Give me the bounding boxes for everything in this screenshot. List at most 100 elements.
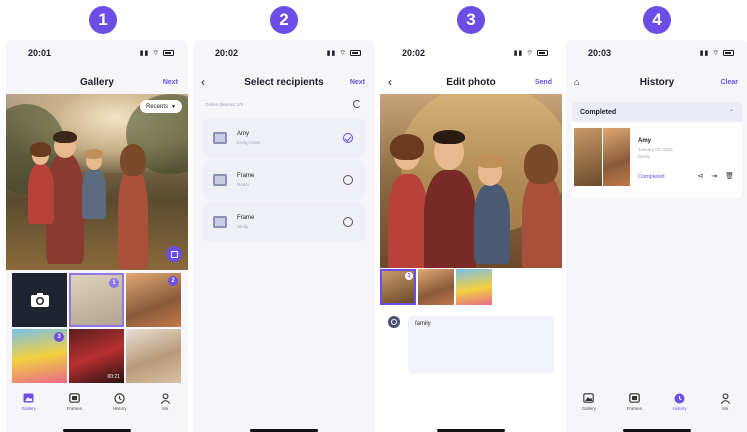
person-icon xyxy=(719,392,731,404)
edit-photo-screen: 20:02 ▮▮ ⌔ ‹ Edit photo Send 3 family xyxy=(380,40,562,432)
tab-label: History xyxy=(672,406,687,411)
back-chevron-icon[interactable]: ‹ xyxy=(201,75,205,89)
section-header[interactable]: Completed ⌃ xyxy=(572,102,742,122)
trash-icon[interactable]: 🗑 xyxy=(725,172,734,180)
tab-history[interactable]: History xyxy=(102,392,138,418)
frame-device-icon xyxy=(213,174,227,186)
photo-thumbnail-grid: 1 2 3 00:21 xyxy=(12,273,182,383)
strip-thumbnail[interactable] xyxy=(456,269,492,305)
caption-input[interactable]: family xyxy=(408,316,554,374)
recents-dropdown[interactable]: Recents ▼ xyxy=(140,100,182,113)
caption-text: family xyxy=(415,321,431,327)
tab-label: Frames xyxy=(626,406,642,411)
select-navbar: ‹ Select recipients Next xyxy=(193,72,375,92)
next-button[interactable]: Next xyxy=(350,79,365,86)
completed-section: Completed ⌃ Amy January 04, 2024 family … xyxy=(572,102,742,198)
status-time: 20:03 xyxy=(588,48,612,58)
edit-photo-canvas[interactable] xyxy=(380,94,562,268)
wifi-icon: ⌔ xyxy=(526,49,534,57)
tab-label: Gallery xyxy=(21,406,36,411)
tab-frames[interactable]: Frames xyxy=(616,392,652,418)
photo-thumbnail[interactable]: 3 xyxy=(12,329,67,383)
gallery-navbar: Gallery Next xyxy=(6,72,188,92)
strip-thumbnail[interactable]: 3 xyxy=(380,269,416,305)
recipient-location: Living room xyxy=(237,140,261,145)
battery-icon xyxy=(163,50,174,56)
send-button[interactable]: Send xyxy=(535,79,552,86)
signal-icon: ▮▮ xyxy=(699,50,710,57)
recipient-row[interactable]: Frame Study xyxy=(203,202,365,242)
forward-icon[interactable]: ⇥ xyxy=(711,172,717,180)
select-recipients-screen: 20:02 ▮▮ ⌔ ‹ Select recipients Next Onlin… xyxy=(193,40,375,432)
photo-thumbnail[interactable] xyxy=(126,329,181,383)
recipient-row[interactable]: Amy Living room xyxy=(203,118,365,158)
entry-date: January 04, 2024 xyxy=(638,147,673,152)
status-icons: ▮▮ ⌔ xyxy=(140,49,174,58)
caption-icon xyxy=(391,319,397,325)
entry-actions: ⊲ ⇥ 🗑 xyxy=(697,172,734,180)
back-chevron-icon[interactable]: ‹ xyxy=(388,75,392,89)
signal-icon: ▮▮ xyxy=(513,50,524,57)
video-thumbnail[interactable]: 00:21 xyxy=(69,329,124,383)
battery-icon xyxy=(537,50,548,56)
wifi-icon: ⌔ xyxy=(712,49,720,57)
status-icons: ▮▮ ⌔ xyxy=(514,49,548,58)
caption-button[interactable] xyxy=(388,316,400,328)
step-4-badge: 4 xyxy=(643,6,671,34)
history-screen: 20:03 ▮▮ ⌔ ⌂ History Clear Completed ⌃ Am… xyxy=(566,40,747,432)
status-icons: ▮▮ ⌔ xyxy=(327,49,361,58)
refresh-icon[interactable] xyxy=(353,100,361,108)
history-thumbnails[interactable] xyxy=(574,128,630,186)
battery-icon xyxy=(723,50,734,56)
gallery-screen: 20:01 ▮▮ ⌔ Gallery Next Recents ▼ 1 2 3 … xyxy=(6,40,188,432)
frame-device-icon xyxy=(213,132,227,144)
clear-button[interactable]: Clear xyxy=(720,79,738,86)
tab-gallery[interactable]: Gallery xyxy=(571,392,607,418)
recipient-checkbox[interactable] xyxy=(343,217,353,227)
photo-thumbnail[interactable]: 1 xyxy=(69,273,124,327)
status-time: 20:01 xyxy=(28,48,52,58)
tab-gallery[interactable]: Gallery xyxy=(11,392,47,418)
video-duration: 00:21 xyxy=(107,374,120,380)
next-button[interactable]: Next xyxy=(163,79,178,86)
frame-icon xyxy=(628,392,640,404)
wifi-icon: ⌔ xyxy=(152,49,160,57)
selection-badge: 1 xyxy=(109,278,119,288)
recipient-name: Frame xyxy=(237,215,255,221)
page-title: Edit photo xyxy=(446,76,496,88)
tab-label: Me xyxy=(162,406,169,411)
status-icons: ▮▮ ⌔ xyxy=(700,49,734,58)
recipient-checkbox[interactable] xyxy=(343,175,353,185)
chevron-up-icon: ⌃ xyxy=(728,109,734,116)
crop-icon xyxy=(170,250,178,258)
frame-icon xyxy=(68,392,80,404)
online-devices-label: Online devices: 1/3 xyxy=(205,102,244,107)
strip-thumbnail[interactable] xyxy=(418,269,454,305)
gallery-icon xyxy=(23,392,35,404)
entry-caption: family xyxy=(638,154,650,159)
crop-button[interactable] xyxy=(166,246,182,262)
recipient-location: Study xyxy=(237,224,249,229)
tab-frames[interactable]: Frames xyxy=(56,392,92,418)
selection-badge: 2 xyxy=(168,276,178,286)
photo-thumbnail[interactable]: 2 xyxy=(126,273,181,327)
tab-label: Frames xyxy=(66,406,82,411)
resend-icon[interactable]: ⊲ xyxy=(697,172,703,180)
gift-icon[interactable]: ⌂ xyxy=(574,77,579,87)
entry-recipient: Amy xyxy=(638,138,652,144)
person-icon xyxy=(159,392,171,404)
tab-me[interactable]: Me xyxy=(147,392,183,418)
step-2-badge: 2 xyxy=(270,6,298,34)
status-bar: 20:03 ▮▮ ⌔ xyxy=(566,46,747,60)
tab-history[interactable]: History xyxy=(662,392,698,418)
status-bar: 20:01 ▮▮ ⌔ xyxy=(6,46,188,60)
camera-icon xyxy=(30,293,49,307)
tab-label: Gallery xyxy=(581,406,596,411)
frame-device-icon xyxy=(213,216,227,228)
tab-me[interactable]: Me xyxy=(707,392,743,418)
selection-badge: 3 xyxy=(54,332,64,342)
status-time: 20:02 xyxy=(402,48,426,58)
recipient-checkbox[interactable] xyxy=(343,133,353,143)
recipient-row[interactable]: Frame Room xyxy=(203,160,365,200)
camera-tile[interactable] xyxy=(12,273,67,327)
